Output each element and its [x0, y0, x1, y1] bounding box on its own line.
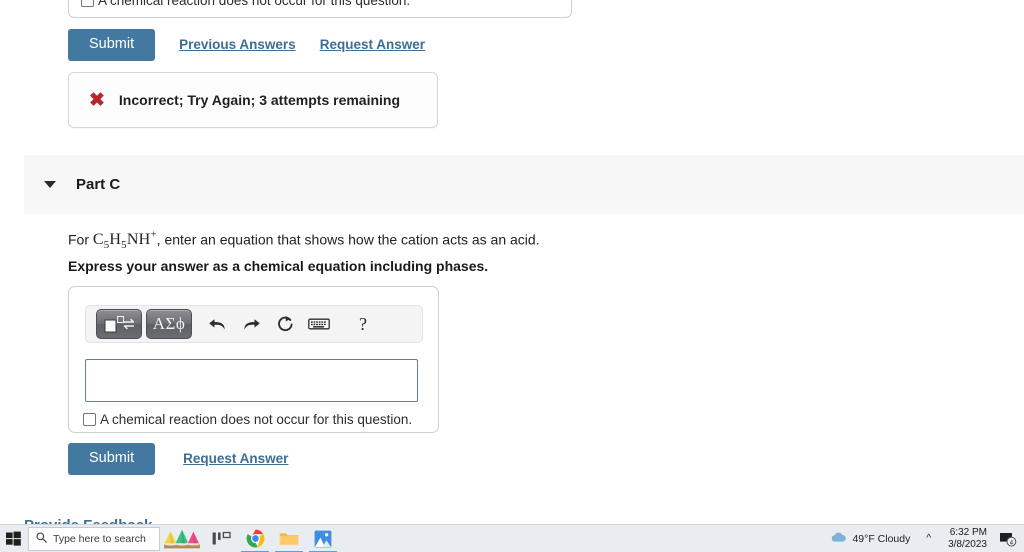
part-c-checkbox-row[interactable]: A chemical reaction does not occur for t…	[83, 412, 412, 427]
question-suffix: , enter an equation that shows how the c…	[156, 231, 540, 248]
question-prefix: For	[68, 231, 93, 248]
system-tray: 49°F Cloudy ^ 6:32 PM 3/8/2023 4	[822, 525, 1024, 552]
part-b-answer-box: A chemical reaction does not occur for t…	[68, 0, 572, 18]
x-mark-icon: ✖	[89, 89, 105, 111]
cloud-icon	[830, 531, 847, 546]
chevron-up-icon[interactable]: ^	[918, 533, 939, 544]
part-b-checkbox-row[interactable]: A chemical reaction does not occur for t…	[81, 0, 410, 8]
taskbar-time: 6:32 PM	[949, 527, 987, 538]
part-c-submit-row: Submit Request Answer	[68, 443, 288, 475]
search-icon	[36, 530, 47, 548]
part-b-no-reaction-checkbox[interactable]	[81, 0, 94, 7]
reset-circular-arrow-icon[interactable]	[268, 309, 302, 339]
chrome-icon[interactable]	[238, 525, 272, 552]
file-explorer-icon[interactable]	[272, 525, 306, 552]
formula-element-2: H	[109, 231, 122, 249]
taskbar-date: 3/8/2023	[948, 538, 987, 550]
part-c-request-answer-link[interactable]: Request Answer	[183, 451, 288, 466]
part-c-header[interactable]: Part C	[24, 155, 1024, 214]
cortana-cones-icon[interactable]	[160, 525, 204, 552]
formula-element-3: NH	[126, 231, 151, 249]
part-c-no-reaction-checkbox[interactable]	[83, 413, 96, 426]
part-b-checkbox-label: A chemical reaction does not occur for t…	[98, 0, 411, 8]
part-b-submit-button[interactable]: Submit	[68, 29, 156, 61]
windows-start-icon[interactable]	[0, 525, 26, 552]
greek-symbols-button[interactable]: ΑΣϕ	[146, 309, 192, 339]
incorrect-feedback-box: ✖ Incorrect; Try Again; 3 attempts remai…	[68, 72, 438, 128]
part-b-request-answer-link[interactable]: Request Answer	[320, 37, 425, 52]
chemical-formula: C5H5NH+	[92, 229, 157, 252]
part-b-previous-answers-link[interactable]: Previous Answers	[179, 37, 296, 52]
weather-widget[interactable]: 49°F Cloudy	[822, 531, 918, 546]
part-c-question: For C5H5NH+, enter an equation that show…	[68, 229, 540, 252]
part-c-submit-button[interactable]: Submit	[68, 443, 156, 475]
search-input[interactable]: Type here to search	[28, 526, 160, 551]
keyboard-icon[interactable]	[302, 309, 336, 339]
part-c-instruction: Express your answer as a chemical equati…	[68, 258, 489, 274]
search-placeholder-text: Type here to search	[53, 532, 146, 545]
photos-icon[interactable]	[306, 525, 340, 552]
equation-editor-toolbar: ΑΣϕ ?	[85, 305, 423, 343]
redo-arrow-icon[interactable]	[234, 309, 268, 339]
feedback-message: Incorrect; Try Again; 3 attempts remaini…	[118, 92, 401, 108]
page-root: A chemical reaction does not occur for t…	[0, 0, 1024, 552]
chevron-down-icon[interactable]	[44, 181, 56, 188]
equation-template-icon[interactable]	[96, 309, 142, 339]
formula-element-1: C	[92, 231, 104, 249]
task-view-icon[interactable]	[204, 525, 238, 552]
part-b-submit-row: Submit Previous Answers Request Answer	[68, 29, 425, 61]
clock-widget[interactable]: 6:32 PM 3/8/2023	[939, 527, 996, 550]
notification-icon[interactable]: 4	[996, 531, 1024, 547]
part-c-answer-widget: ΑΣϕ ? A chemical reaction does not occur…	[68, 286, 439, 433]
help-question-mark: ?	[359, 313, 367, 334]
help-icon[interactable]: ?	[346, 309, 380, 339]
part-c-checkbox-label: A chemical reaction does not occur for t…	[100, 412, 413, 427]
answer-input-field[interactable]	[85, 359, 418, 402]
weather-text: 49°F Cloudy	[852, 532, 911, 545]
part-c-title: Part C	[76, 176, 121, 193]
undo-arrow-icon[interactable]	[200, 309, 234, 339]
windows-taskbar: Type here to search 49°F Cloudy ^ 6:32 P…	[0, 524, 1024, 552]
